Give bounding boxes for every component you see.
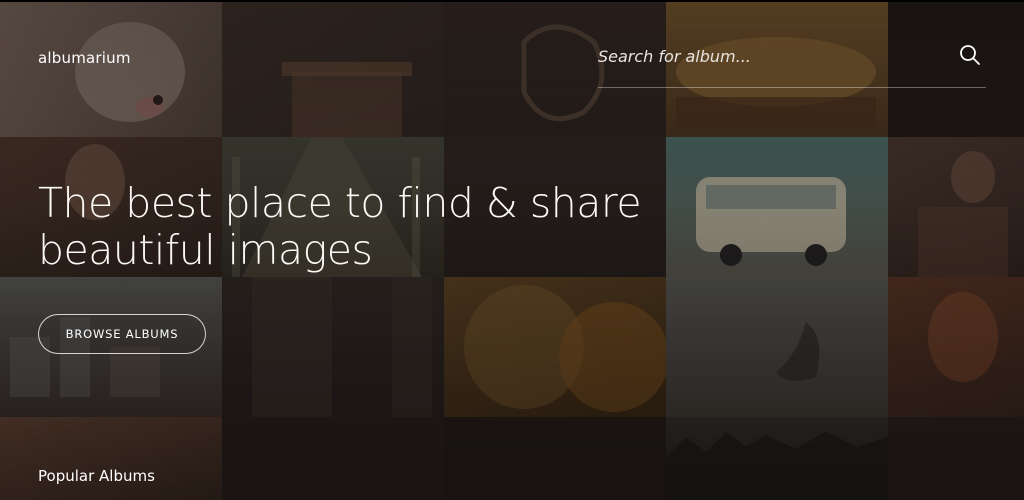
hero-title-line1: The best place to find & share	[38, 179, 642, 227]
search-input[interactable]	[598, 42, 938, 70]
search-bar	[598, 42, 986, 88]
browse-albums-button[interactable]: BROWSE ALBUMS	[38, 314, 206, 354]
hero-title-line2: beautiful images	[38, 226, 373, 274]
search-icon[interactable]	[958, 43, 982, 67]
hero-title: The best place to find & share beautiful…	[38, 180, 678, 274]
page: albumarium The best place to find & shar…	[0, 0, 1024, 500]
popular-albums-heading: Popular Albums	[38, 467, 155, 485]
site-header: albumarium	[0, 2, 1024, 112]
brand-logo[interactable]: albumarium	[38, 49, 131, 67]
